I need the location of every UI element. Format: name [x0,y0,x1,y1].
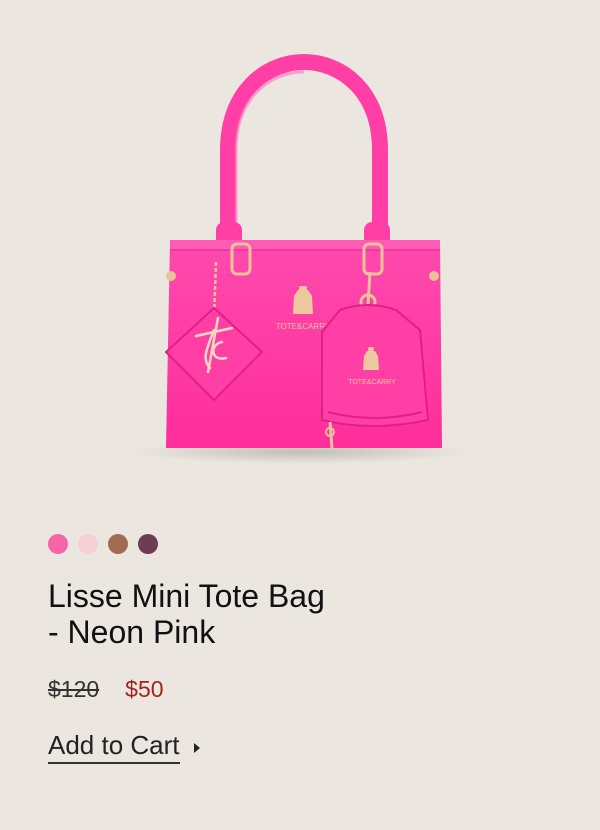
sale-price: $50 [125,676,164,702]
add-to-cart-button[interactable]: Add to Cart [48,729,200,764]
product-title-line1: Lisse Mini Tote Bag [48,578,325,614]
product-card: TOTE&CARRY TOTE&CARRY Lisse Mini Tote Ba… [0,0,600,830]
bag-handle [220,53,388,246]
color-swatches [48,534,158,554]
product-image[interactable]: TOTE&CARRY TOTE&CARRY [0,0,600,510]
price-row: $120 $50 [48,676,164,703]
pouch-clip [366,271,372,306]
swatch-light-pink[interactable] [78,534,98,554]
pouch-brand-text: TOTE&CARRY [348,379,396,386]
caret-right-icon [193,742,200,753]
product-title-line2: - Neon Pink [48,614,216,650]
product-title[interactable]: Lisse Mini Tote Bag - Neon Pink [48,578,408,650]
swatch-tan[interactable] [108,534,128,554]
bag-brand-text: TOTE&CARRY [276,322,331,331]
rivet-right [429,271,439,281]
add-to-cart-label: Add to Cart [48,729,180,764]
swatch-plum[interactable] [138,534,158,554]
swatch-neon-pink[interactable] [48,534,68,554]
original-price: $120 [48,676,100,702]
rivet-left [166,271,176,281]
